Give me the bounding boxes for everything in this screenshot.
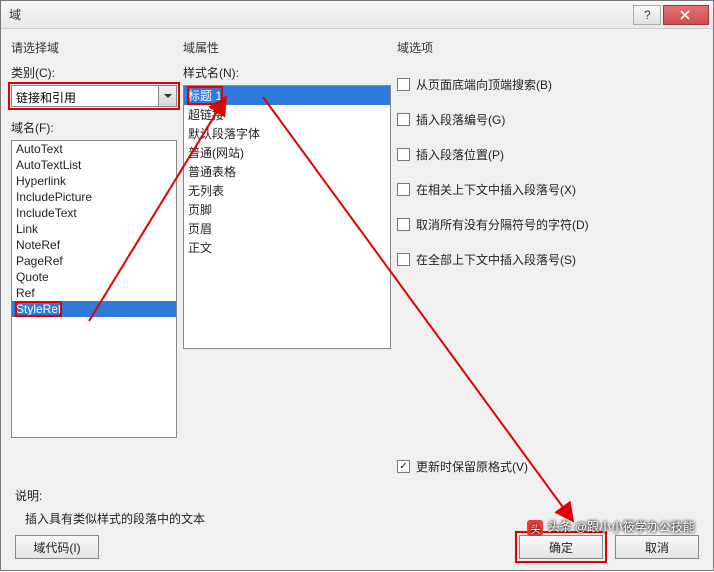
help-button[interactable]: ? xyxy=(633,5,661,25)
checkbox-icon xyxy=(397,148,410,161)
checkbox-icon xyxy=(397,78,410,91)
list-item[interactable]: 普通(网站) xyxy=(184,143,390,162)
list-item[interactable]: IncludePicture xyxy=(12,189,176,205)
option-checkbox[interactable]: 从页面底端向顶端搜索(B) xyxy=(397,76,703,93)
list-item[interactable]: Ref xyxy=(12,285,176,301)
column-properties: 域属性 样式名(N): 标题 1超链接默认段落字体普通(网站)普通表格无列表页脚… xyxy=(183,39,391,485)
preserve-format-checkbox[interactable]: 更新时保留原格式(V) xyxy=(397,458,528,475)
list-item[interactable]: Hyperlink xyxy=(12,173,176,189)
fieldnames-label: 域名(F): xyxy=(11,119,177,136)
cancel-button[interactable]: 取消 xyxy=(615,535,699,559)
list-item[interactable]: 无列表 xyxy=(184,181,390,200)
watermark-logo-icon xyxy=(527,520,543,536)
checkbox-icon xyxy=(397,253,410,266)
list-item[interactable]: 页脚 xyxy=(184,200,390,219)
checkbox-icon xyxy=(397,460,410,473)
column-options: 域选项 从页面底端向顶端搜索(B) 插入段落编号(G) 插入段落位置(P) 在相关上下… xyxy=(397,39,703,485)
checkbox-icon xyxy=(397,183,410,196)
list-item[interactable]: PageRef xyxy=(12,253,176,269)
option-label: 从页面底端向顶端搜索(B) xyxy=(416,76,552,93)
list-item[interactable]: 超链接 xyxy=(184,105,390,124)
list-item[interactable]: NoteRef xyxy=(12,237,176,253)
titlebar: 域 ? xyxy=(1,1,713,29)
svg-text:?: ? xyxy=(644,10,651,20)
checkbox-icon xyxy=(397,113,410,126)
option-checkbox[interactable]: 在相关上下文中插入段落号(X) xyxy=(397,181,703,198)
option-checkbox[interactable]: 插入段落编号(G) xyxy=(397,111,703,128)
preserve-format-label: 更新时保留原格式(V) xyxy=(416,458,528,475)
watermark: 头条 @跟小小筱学办公技能 xyxy=(527,518,695,536)
section-header-select: 请选择域 xyxy=(11,39,177,56)
stylename-listbox[interactable]: 标题 1超链接默认段落字体普通(网站)普通表格无列表页脚页眉正文 xyxy=(183,85,391,349)
dialog-body: 请选择域 类别(C): 链接和引用 域名(F): AutoTextAutoTex… xyxy=(1,29,713,485)
stylename-label: 样式名(N): xyxy=(183,64,391,81)
window-title: 域 xyxy=(5,6,631,23)
category-label: 类别(C): xyxy=(11,64,177,81)
option-checkbox[interactable]: 插入段落位置(P) xyxy=(397,146,703,163)
chevron-down-icon[interactable] xyxy=(158,86,176,106)
list-item[interactable]: Quote xyxy=(12,269,176,285)
list-item[interactable]: AutoTextList xyxy=(12,157,176,173)
option-label: 取消所有没有分隔符号的字符(D) xyxy=(416,216,589,233)
option-checkbox[interactable]: 在全部上下文中插入段落号(S) xyxy=(397,251,703,268)
list-item[interactable]: AutoText xyxy=(12,141,176,157)
close-button[interactable] xyxy=(663,5,709,25)
section-header-options: 域选项 xyxy=(397,39,703,56)
ok-button[interactable]: 确定 xyxy=(519,535,603,559)
option-checkbox[interactable]: 取消所有没有分隔符号的字符(D) xyxy=(397,216,703,233)
option-label: 插入段落位置(P) xyxy=(416,146,504,163)
list-item[interactable]: 普通表格 xyxy=(184,162,390,181)
fieldnames-listbox[interactable]: AutoTextAutoTextListHyperlinkIncludePict… xyxy=(11,140,177,438)
option-label: 插入段落编号(G) xyxy=(416,111,505,128)
category-value: 链接和引用 xyxy=(12,86,158,106)
checkbox-icon xyxy=(397,218,410,231)
list-item[interactable]: 正文 xyxy=(184,238,390,257)
field-codes-button[interactable]: 域代码(I) xyxy=(15,535,99,559)
list-item[interactable]: 标题 1 xyxy=(184,86,390,105)
column-select-field: 请选择域 类别(C): 链接和引用 域名(F): AutoTextAutoTex… xyxy=(11,39,177,485)
section-header-props: 域属性 xyxy=(183,39,391,56)
option-label: 在相关上下文中插入段落号(X) xyxy=(416,181,576,198)
list-item[interactable]: 默认段落字体 xyxy=(184,124,390,143)
list-item[interactable]: 页眉 xyxy=(184,219,390,238)
list-item[interactable]: IncludeText xyxy=(12,205,176,221)
description-label: 说明: xyxy=(15,487,699,504)
category-combo[interactable]: 链接和引用 xyxy=(11,85,177,107)
list-item[interactable]: Link xyxy=(12,221,176,237)
option-label: 在全部上下文中插入段落号(S) xyxy=(416,251,576,268)
list-item[interactable]: StyleRef xyxy=(12,301,176,317)
dialog-window: 域 ? 请选择域 类别(C): 链接和引用 域名(F): AutoTextAut… xyxy=(0,0,714,571)
